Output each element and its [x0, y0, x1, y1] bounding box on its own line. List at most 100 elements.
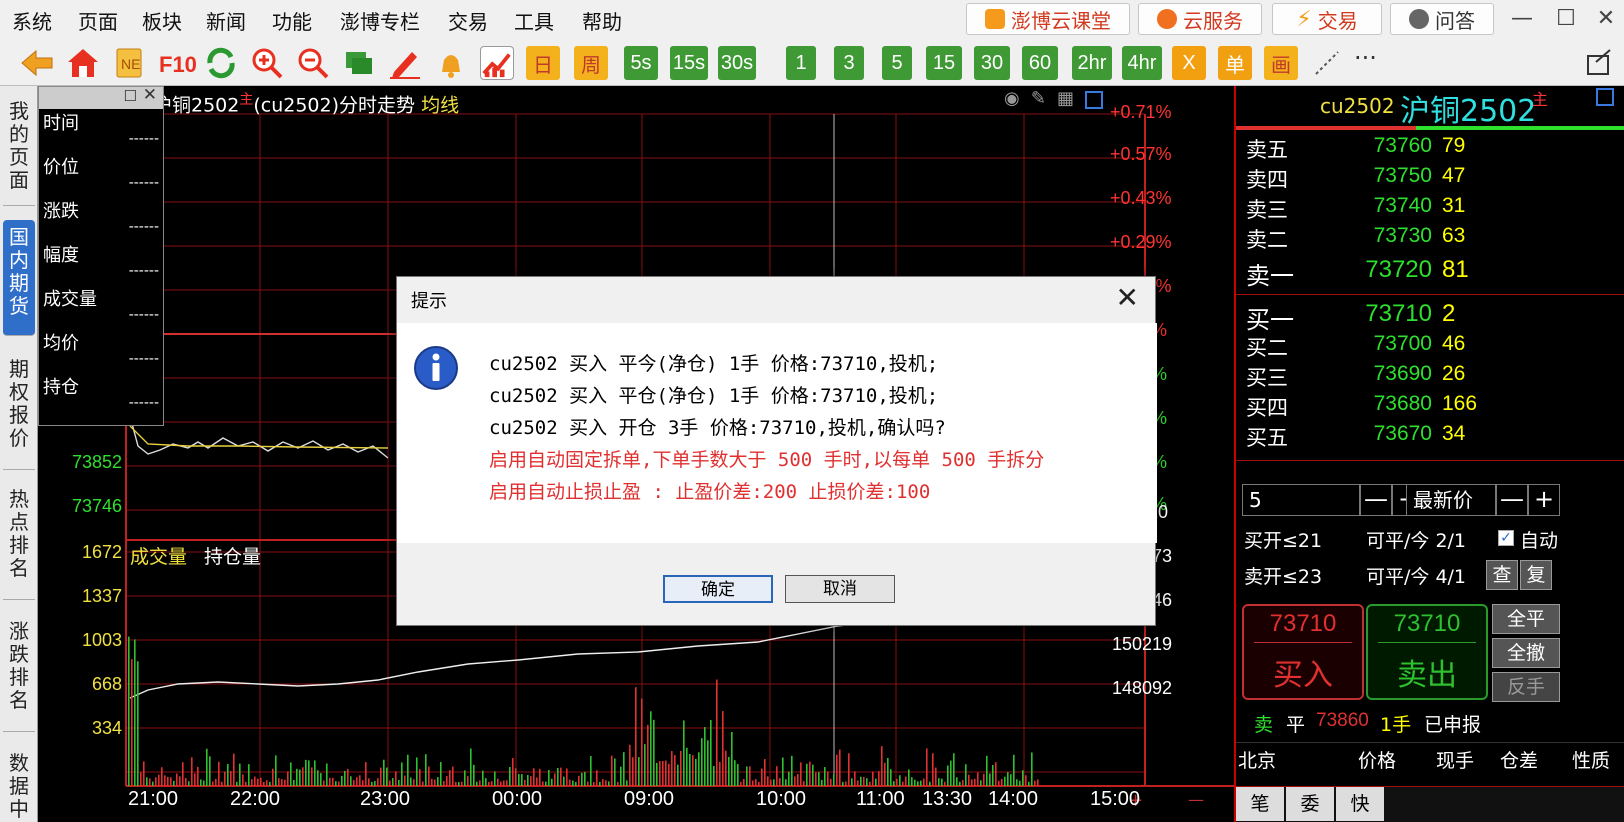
price-label: 73852	[71, 452, 122, 472]
menu-sector[interactable]: 板块	[142, 6, 182, 35]
period-30m[interactable]: 30	[974, 46, 1010, 80]
menu-tools[interactable]: 工具	[514, 6, 554, 35]
volume-bar	[167, 776, 169, 786]
line-tool-icon[interactable]	[1310, 46, 1344, 80]
bid-name: 买一	[1246, 306, 1294, 334]
query-button[interactable]: 查	[1486, 560, 1518, 590]
sell-button[interactable]: 73710 卖出	[1366, 604, 1488, 700]
tab-change-ranking[interactable]: 涨跌排名	[3, 614, 35, 732]
info-close-icon[interactable]: ✕	[143, 85, 157, 105]
restore-button[interactable]: 复	[1520, 560, 1552, 590]
volume-bar	[236, 781, 238, 786]
tab-orders[interactable]: 委	[1286, 787, 1334, 821]
ok-button[interactable]: 确定	[663, 575, 773, 603]
refresh-icon[interactable]	[204, 46, 238, 80]
tab-fast[interactable]: 快	[1336, 787, 1384, 821]
period-2hr[interactable]: 2hr	[1072, 46, 1112, 80]
menu-help[interactable]: 帮助	[582, 6, 622, 35]
period-30s[interactable]: 30s	[718, 46, 756, 80]
cloud-class-button[interactable]: 澎博云课堂	[966, 3, 1130, 35]
trend-chart-icon[interactable]	[480, 46, 514, 80]
qty-minus-button[interactable]: —	[1360, 484, 1392, 516]
chat-icon	[1409, 9, 1429, 29]
period-x[interactable]: X	[1172, 46, 1206, 80]
tab-ticks[interactable]: 笔	[1236, 787, 1284, 821]
close-all-button[interactable]: 全平	[1492, 604, 1560, 634]
period-1m[interactable]: 1	[786, 46, 816, 80]
tab-option-quotes[interactable]: 期权报价	[3, 352, 35, 470]
period-day[interactable]: 日	[526, 46, 560, 80]
tab-data-center[interactable]: 数据中	[3, 746, 35, 822]
period-week[interactable]: 周	[574, 46, 608, 80]
ask-row[interactable]: 卖四 73750 47	[1236, 164, 1624, 194]
edit-icon[interactable]: ✎	[1031, 88, 1046, 109]
buy-button[interactable]: 73710 买入	[1242, 604, 1364, 700]
more-icon[interactable]: ···	[1354, 44, 1377, 72]
volume-bar	[131, 659, 133, 786]
ask-row[interactable]: 卖一 73720 81	[1236, 256, 1624, 290]
price-minus-button[interactable]: —	[1496, 484, 1528, 516]
ask-row[interactable]: 卖二 73730 63	[1236, 224, 1624, 254]
notepad-icon[interactable]: NE	[112, 46, 146, 80]
menu-system[interactable]: 系统	[12, 6, 52, 35]
quote-panel-icon[interactable]	[1596, 88, 1614, 106]
menu-news[interactable]: 新闻	[206, 6, 246, 35]
menu-column[interactable]: 澎博专栏	[340, 6, 420, 35]
period-4hr[interactable]: 4hr	[1122, 46, 1162, 80]
grid-icon[interactable]: ▦	[1057, 88, 1074, 109]
reverse-button[interactable]: 反手	[1492, 672, 1560, 702]
maximize-icon[interactable]: ☐	[1546, 4, 1586, 34]
qty-input[interactable]: 5	[1242, 484, 1360, 516]
auto-checkbox[interactable]: ✓	[1498, 530, 1514, 546]
bid-row[interactable]: 买五 73670 34	[1236, 422, 1624, 452]
close-icon[interactable]: ✕	[1586, 4, 1624, 34]
menu-trade[interactable]: 交易	[448, 6, 488, 35]
cloud-service-button[interactable]: 云服务	[1138, 3, 1262, 35]
period-60m[interactable]: 60	[1022, 46, 1058, 80]
volume-bar	[752, 780, 754, 786]
qa-button[interactable]: 问答	[1390, 3, 1494, 35]
cancel-all-button[interactable]: 全撤	[1492, 638, 1560, 668]
home-icon[interactable]	[66, 46, 100, 80]
trade-button[interactable]: ⚡ 交易	[1272, 3, 1382, 35]
draw-button[interactable]: 画	[1264, 46, 1298, 80]
panel-toggle-icon[interactable]	[1085, 90, 1104, 109]
back-arrow-icon[interactable]	[20, 46, 54, 80]
windows-icon[interactable]	[342, 46, 376, 80]
volume-bar	[776, 766, 778, 786]
menu-function[interactable]: 功能	[272, 6, 312, 35]
bid-row[interactable]: 买一 73710 2	[1236, 300, 1624, 334]
bid-row[interactable]: 买四 73680 166	[1236, 392, 1624, 422]
minimize-icon[interactable]: —	[1502, 4, 1542, 34]
zoom-in-icon[interactable]	[250, 46, 284, 80]
tab-hot-ranking[interactable]: 热点排名	[3, 482, 35, 600]
f10-icon[interactable]: F10	[158, 46, 198, 80]
pin-icon[interactable]	[1582, 46, 1616, 80]
ask-row[interactable]: 卖三 73740 31	[1236, 194, 1624, 224]
period-15m[interactable]: 15	[926, 46, 962, 80]
period-5s[interactable]: 5s	[624, 46, 658, 80]
cancel-button[interactable]: 取消	[785, 575, 895, 603]
side-tab-bar: 我的页面 国内期货 期权报价 热点排名 涨跌排名 数据中	[0, 86, 38, 822]
zoom-out-icon[interactable]	[296, 46, 330, 80]
zoom-out-button[interactable]: —	[1188, 790, 1204, 809]
volume-bar	[821, 779, 823, 786]
pen-icon[interactable]	[388, 46, 422, 80]
price-mode-select[interactable]: 最新价	[1406, 484, 1496, 516]
period-15s[interactable]: 15s	[670, 46, 708, 80]
volume-bar	[707, 740, 709, 786]
tab-my-page[interactable]: 我的页面	[3, 94, 35, 206]
tab-domestic-futures[interactable]: 国内期货	[3, 220, 35, 336]
period-5m[interactable]: 5	[882, 46, 912, 80]
dialog-close-icon[interactable]: ✕	[1116, 281, 1139, 314]
eye-icon[interactable]: ◉	[1004, 88, 1020, 109]
price-plus-button[interactable]: +	[1528, 484, 1560, 516]
bid-row[interactable]: 买二 73700 46	[1236, 332, 1624, 362]
bid-row[interactable]: 买三 73690 26	[1236, 362, 1624, 392]
restore-icon[interactable]: ☐	[124, 87, 137, 105]
ask-row[interactable]: 卖五 73760 79	[1236, 134, 1624, 164]
bell-icon[interactable]	[434, 46, 468, 80]
menu-page[interactable]: 页面	[78, 6, 118, 35]
order-single-button[interactable]: 单	[1218, 46, 1252, 80]
period-3m[interactable]: 3	[834, 46, 864, 80]
